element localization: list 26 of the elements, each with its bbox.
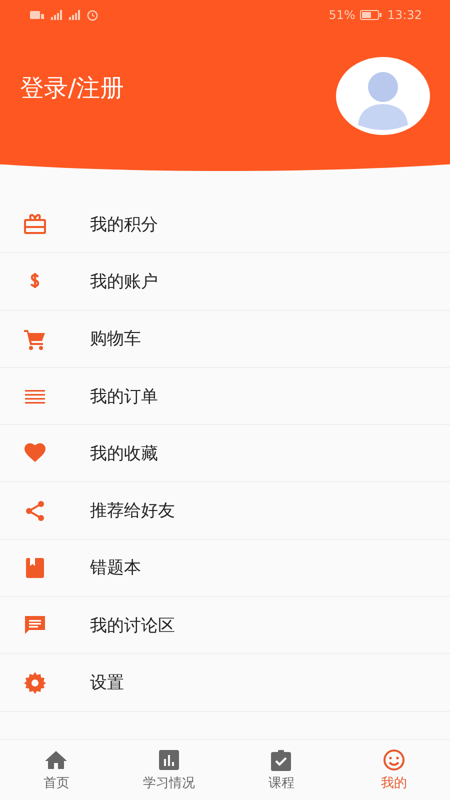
signal-icon [51, 9, 62, 21]
nav-tab[interactable]: 首页 [0, 740, 112, 800]
menu-item[interactable]: 设置 [90, 671, 124, 694]
menu-item[interactable]: 推荐给好友 [90, 499, 175, 522]
nav-tab[interactable]: 学习情况 [112, 740, 225, 800]
clipboard-icon [269, 748, 294, 770]
alarm-icon [87, 10, 98, 20]
avatar-icon[interactable] [336, 57, 430, 135]
menu-item[interactable]: 我的讨论区 [90, 614, 175, 637]
menu-item[interactable]: 我的积分 [90, 212, 158, 236]
battery-icon [360, 10, 382, 20]
battery-percent: 51% [328, 8, 356, 22]
home-icon [44, 748, 68, 770]
chart-icon [156, 748, 181, 770]
signal-icon [69, 9, 80, 21]
gift-icon [22, 212, 48, 236]
hd-icon [30, 9, 44, 21]
nav-tab[interactable]: 课程 [225, 740, 338, 800]
menu-item[interactable]: 我的账户 [90, 270, 158, 293]
smiley-icon [382, 748, 406, 770]
menu-item[interactable]: 我的订单 [90, 384, 158, 408]
menu-item[interactable]: 我的收藏 [90, 442, 158, 465]
settings-icon [22, 670, 48, 695]
menu-item[interactable]: 错题本 [90, 556, 141, 580]
status-time: 13:32 [387, 8, 422, 22]
menu-item[interactable]: 购物车 [90, 327, 141, 350]
